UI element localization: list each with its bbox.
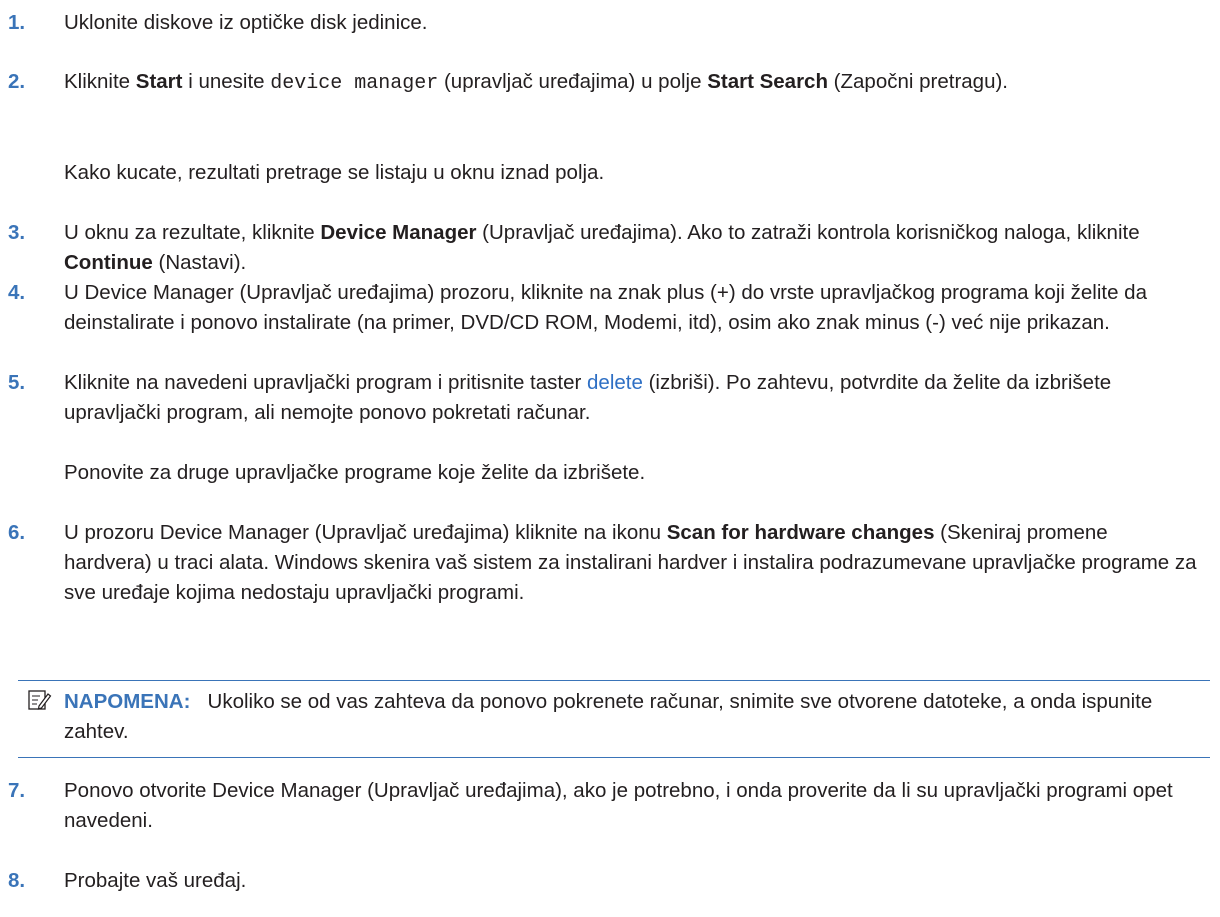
delete-link[interactable]: delete — [587, 371, 643, 394]
note-pencil-icon — [28, 689, 52, 711]
step-5-subtext: Ponovite za druge upravljačke programe k… — [64, 461, 646, 484]
note-text: NAPOMENA: Ukoliko se od vas zahteva da p… — [64, 687, 1204, 747]
continue-label: Continue — [64, 251, 153, 274]
start-label: Start — [135, 70, 183, 93]
step-text: U oknu za rezultate, kliknite Device Man… — [64, 221, 1140, 274]
step-text: Kliknite Start i unesite device manager … — [64, 70, 1008, 95]
command-text: device manager — [270, 72, 439, 95]
step-number: 5. — [8, 371, 26, 394]
note-body: Ukoliko se od vas zahteva da ponovo pokr… — [64, 690, 1153, 743]
step-number: 6. — [8, 521, 26, 544]
step-text: U prozoru Device Manager (Upravljač uređ… — [64, 521, 1197, 604]
step-number: 3. — [8, 221, 26, 244]
step-text: Uklonite diskove iz optičke disk jedinic… — [64, 11, 428, 34]
scan-for-hardware-changes-label: Scan for hardware changes — [666, 521, 935, 544]
document-page: 1. Uklonite diskove iz optičke disk jedi… — [0, 0, 1220, 917]
step-text: U Device Manager (Upravljač uređajima) p… — [64, 281, 1147, 334]
step-number: 2. — [8, 70, 26, 93]
start-search-label: Start Search — [707, 70, 828, 93]
step-text: Ponovo otvorite Device Manager (Upravlja… — [64, 779, 1173, 832]
device-manager-label: Device Manager — [320, 221, 477, 244]
step-number: 8. — [8, 869, 26, 892]
step-2-subtext: Kako kucate, rezultati pretrage se lista… — [64, 161, 605, 184]
step-text: Kliknite na navedeni upravljački program… — [64, 371, 1112, 424]
step-number: 7. — [8, 779, 26, 802]
note-box: NAPOMENA: Ukoliko se od vas zahteva da p… — [18, 680, 1210, 758]
step-number: 4. — [8, 281, 26, 304]
step-text: Probajte vaš uređaj. — [64, 869, 247, 892]
step-number: 1. — [8, 11, 26, 34]
note-label: NAPOMENA: — [64, 690, 191, 713]
